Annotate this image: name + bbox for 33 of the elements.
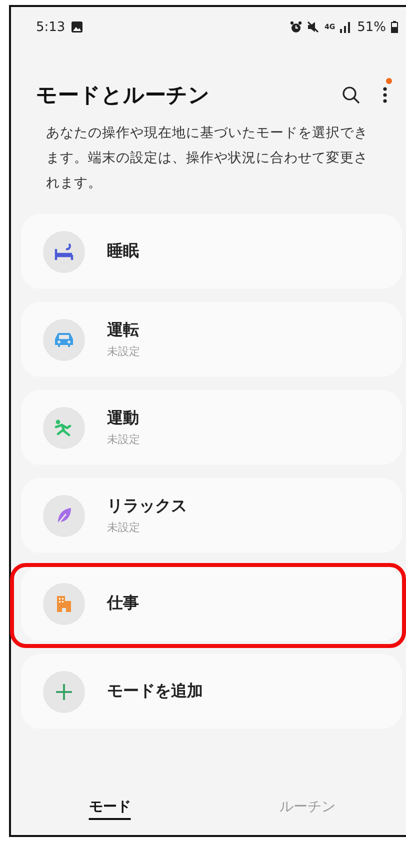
mode-status: 未設定 xyxy=(107,344,140,359)
signal-icon xyxy=(340,22,352,32)
battery-percent: 51% xyxy=(357,20,386,34)
description-text: あなたの操作や現在地に基づいたモードを選択できます。端末の設定は、操作や状況に合わせて変更されます。 xyxy=(46,124,369,193)
running-figure-icon xyxy=(54,418,74,436)
mode-card[interactable]: リラックス 未設定 xyxy=(21,478,402,553)
mode-name: モードを追加 xyxy=(107,681,203,702)
battery-icon xyxy=(391,21,398,33)
car-icon xyxy=(54,331,74,348)
mode-card[interactable]: 運動 未設定 xyxy=(21,390,402,465)
page-title: モードとルーチン xyxy=(36,82,211,109)
alarm-icon xyxy=(290,21,302,33)
mode-name: リラックス xyxy=(107,496,187,517)
mode-status: 未設定 xyxy=(107,520,141,535)
image-icon xyxy=(71,21,84,33)
building-icon xyxy=(55,594,73,612)
mode-name: 睡眠 xyxy=(107,241,139,262)
mode-name: 運転 xyxy=(107,320,140,341)
mode-card[interactable]: モードを追加 xyxy=(21,654,402,729)
mode-name: 仕事 xyxy=(107,593,139,614)
more-options-icon xyxy=(382,86,388,104)
mode-name: 運動 xyxy=(107,408,140,429)
bed-icon xyxy=(54,242,74,260)
plus-icon xyxy=(55,682,73,700)
leaf-icon xyxy=(55,506,73,526)
mode-card[interactable]: 睡眠 xyxy=(21,214,402,289)
mode-card[interactable]: 運転 未設定 xyxy=(21,302,402,377)
mode-status: 未設定 xyxy=(107,432,140,447)
status-time: 5:13 xyxy=(36,20,66,34)
search-icon xyxy=(342,86,360,104)
mode-card[interactable]: 仕事 xyxy=(21,566,402,641)
mute-icon xyxy=(307,21,320,33)
tab[interactable]: モード xyxy=(11,785,208,829)
